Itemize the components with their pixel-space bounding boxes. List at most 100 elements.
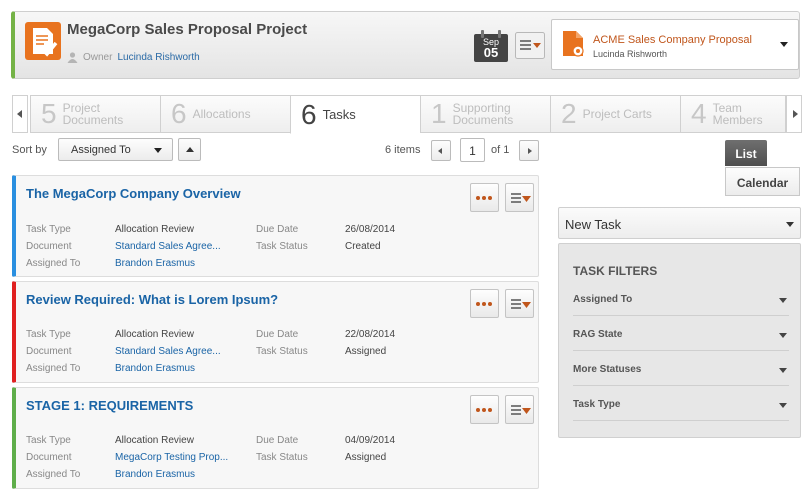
tab-label: Project Documents <box>62 101 124 127</box>
chevron-down-icon <box>779 368 787 373</box>
due-date-value: 22/08/2014 <box>345 329 396 340</box>
document-link[interactable]: Standard Sales Agree... <box>115 241 221 252</box>
calendar-view-button[interactable]: Calendar <box>725 167 800 196</box>
more-dots-icon <box>476 302 492 306</box>
tab-count: 1 <box>431 98 447 129</box>
chevron-right-icon <box>528 148 532 154</box>
header-menu-button[interactable] <box>515 32 545 59</box>
task-menu-button[interactable] <box>505 289 534 318</box>
assigned-to-label: Assigned To <box>26 363 81 374</box>
project-title: MegaCorp Sales Proposal Project <box>67 21 308 38</box>
sort-label: Sort by <box>12 144 47 156</box>
chevron-down-icon <box>779 298 787 303</box>
tab-label: Supporting Documents <box>452 101 514 127</box>
proposal-title: ACME Sales Company Proposal <box>593 34 752 46</box>
task-status-value: Assigned <box>345 346 387 357</box>
next-page-button[interactable] <box>519 140 539 161</box>
page-total: of 1 <box>491 144 510 156</box>
tab-count: 2 <box>561 98 577 129</box>
task-status-label: Task Status <box>256 241 308 252</box>
new-task-dropdown[interactable]: New Task <box>558 207 801 239</box>
document-link[interactable]: MegaCorp Testing Prop... <box>115 452 228 463</box>
proposal-selector[interactable]: ACME Sales Company Proposal Lucinda Rish… <box>551 19 799 70</box>
chevron-down-icon <box>154 148 162 153</box>
task-more-button[interactable] <box>470 183 499 212</box>
arrow-up-icon <box>186 147 194 152</box>
prev-page-button[interactable] <box>431 140 451 161</box>
task-card: Review Required: What is Lorem Ipsum? Ta… <box>12 281 539 383</box>
task-title-link[interactable]: Review Required: What is Lorem Ipsum? <box>26 292 278 307</box>
project-header: MegaCorp Sales Proposal Project Owner Lu… <box>11 11 800 79</box>
document-label: Document <box>26 452 72 463</box>
more-dots-icon <box>476 408 492 412</box>
proposal-document-icon <box>563 31 584 57</box>
tabs-scroll-left-button[interactable] <box>12 95 28 133</box>
tab-label: Team Members <box>712 101 763 127</box>
tab-bar: 5 Project Documents 6 Allocations 6 Task… <box>30 95 786 134</box>
due-date-label: Due Date <box>256 224 299 235</box>
chevron-down-icon <box>786 222 794 227</box>
tab-label: Project Carts <box>582 107 652 121</box>
tab-tasks[interactable]: 6 Tasks <box>290 95 420 134</box>
assigned-to-label: Assigned To <box>26 469 81 480</box>
task-title-link[interactable]: The MegaCorp Company Overview <box>26 186 241 201</box>
person-icon <box>67 52 78 63</box>
sort-selected-value: Assigned To <box>71 144 131 156</box>
new-task-label: New Task <box>565 217 622 232</box>
task-more-button[interactable] <box>470 395 499 424</box>
due-date-value: 26/08/2014 <box>345 224 396 235</box>
list-view-button[interactable]: List <box>725 140 767 166</box>
owner-link[interactable]: Lucinda Rishworth <box>117 52 199 63</box>
tab-label: Tasks <box>322 106 356 122</box>
more-dots-icon <box>476 196 492 200</box>
due-date-value: 04/09/2014 <box>345 435 396 446</box>
tabs-scroll-right-button[interactable] <box>786 95 802 133</box>
task-title-link[interactable]: STAGE 1: REQUIREMENTS <box>26 398 193 413</box>
tab-team-members[interactable]: 4 Team Members <box>680 95 786 133</box>
filter-label: More Statuses <box>573 364 642 375</box>
tab-count: 4 <box>691 98 707 129</box>
tab-project-carts[interactable]: 2 Project Carts <box>550 95 680 133</box>
task-menu-button[interactable] <box>505 183 534 212</box>
task-type-label: Task Type <box>26 435 71 446</box>
filters-title: TASK FILTERS <box>573 264 658 278</box>
due-date-label: Due Date <box>256 435 299 446</box>
tab-allocations[interactable]: 6 Allocations <box>160 95 290 133</box>
task-status-value: Assigned <box>345 452 387 463</box>
assignee-link[interactable]: Brandon Erasmus <box>115 469 195 480</box>
task-type-value: Allocation Review <box>115 435 194 446</box>
document-link[interactable]: Standard Sales Agree... <box>115 346 221 357</box>
task-status-value: Created <box>345 241 381 252</box>
assignee-link[interactable]: Brandon Erasmus <box>115 258 195 269</box>
assignee-link[interactable]: Brandon Erasmus <box>115 363 195 374</box>
chevron-down-icon <box>779 403 787 408</box>
calendar-day: 05 <box>483 45 499 60</box>
task-card: STAGE 1: REQUIREMENTS Task Type Allocati… <box>12 387 539 489</box>
tab-count: 6 <box>301 98 317 130</box>
task-menu-button[interactable] <box>505 395 534 424</box>
sort-select[interactable]: Assigned To <box>58 138 173 161</box>
filter-rag-state[interactable]: RAG State <box>573 321 789 351</box>
sort-direction-button[interactable] <box>178 138 201 161</box>
task-type-value: Allocation Review <box>115 224 194 235</box>
owner-label: Owner <box>83 52 113 63</box>
tab-count: 5 <box>41 98 57 129</box>
task-filters-panel: TASK FILTERS Assigned To RAG State More … <box>558 243 801 438</box>
document-label: Document <box>26 346 72 357</box>
task-type-label: Task Type <box>26 224 71 235</box>
task-status-label: Task Status <box>256 346 308 357</box>
filter-assigned-to[interactable]: Assigned To <box>573 286 789 316</box>
task-type-label: Task Type <box>26 329 71 340</box>
task-card: The MegaCorp Company Overview Task Type … <box>12 175 539 277</box>
page-number-input[interactable]: 1 <box>460 138 485 162</box>
filter-more-statuses[interactable]: More Statuses <box>573 356 789 386</box>
filter-task-type[interactable]: Task Type <box>573 391 789 421</box>
task-more-button[interactable] <box>470 289 499 318</box>
tab-project-documents[interactable]: 5 Project Documents <box>30 95 160 133</box>
tab-supporting-documents[interactable]: 1 Supporting Documents <box>420 95 550 133</box>
calendar-icon[interactable]: Sep 05 <box>474 30 508 62</box>
chevron-left-icon <box>17 110 22 118</box>
assigned-to-label: Assigned To <box>26 258 81 269</box>
proposal-owner: Lucinda Rishworth <box>593 49 668 59</box>
chevron-down-icon[interactable] <box>780 42 788 47</box>
